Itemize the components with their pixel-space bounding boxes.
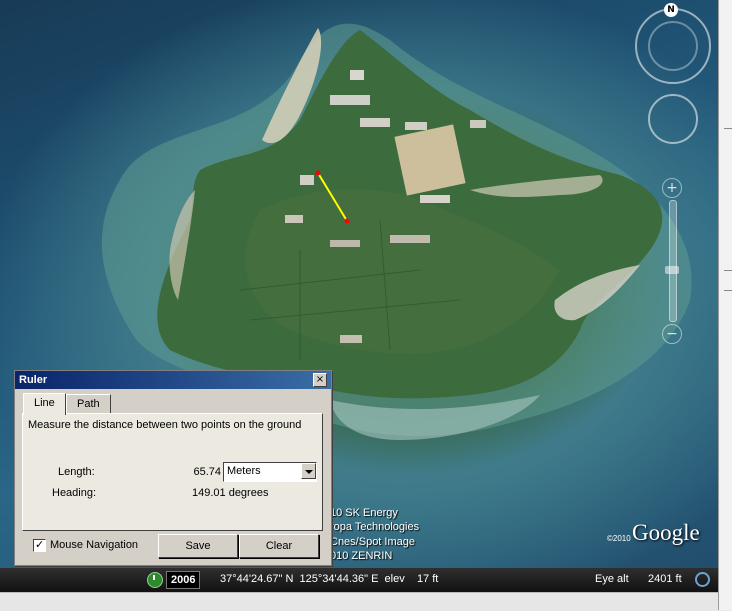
status-bar: 2006 37°44'24.67" N 125°34'44.36" E elev… xyxy=(0,568,718,592)
heading-value: 149.01 degrees xyxy=(192,487,269,499)
eye-alt-label: Eye alt xyxy=(595,573,629,585)
measure-start-point[interactable] xyxy=(315,170,321,176)
streaming-status-icon xyxy=(695,572,710,587)
eye-alt-value: 2401 ft xyxy=(648,573,682,585)
google-logo: Google xyxy=(632,520,700,545)
zoom-slider[interactable] xyxy=(669,200,677,322)
ruler-dialog: Ruler × Line Path Measure the distance b… xyxy=(14,370,332,566)
google-copyright: ©2010 xyxy=(607,534,631,543)
zoom-in-icon[interactable]: + xyxy=(662,178,682,198)
save-button[interactable]: Save xyxy=(158,534,238,558)
chevron-down-icon[interactable] xyxy=(301,463,316,479)
move-joystick-ring[interactable] xyxy=(648,94,698,144)
attribution-line: 010 ZENRIN xyxy=(330,550,393,562)
line-tab-panel: Measure the distance between two points … xyxy=(22,413,323,531)
imagery-date-badge: 2006 xyxy=(166,571,201,589)
length-label: Length: xyxy=(58,466,95,478)
ruler-title-bar[interactable]: Ruler × xyxy=(15,371,331,389)
window-bottom-edge xyxy=(0,592,718,611)
mouse-navigation-label[interactable]: Mouse Navigation xyxy=(50,539,138,551)
north-compass-icon[interactable]: N xyxy=(664,3,678,17)
measure-end-point[interactable] xyxy=(344,218,350,224)
heading-label: Heading: xyxy=(52,487,97,499)
zoom-out-icon[interactable]: − xyxy=(662,324,682,344)
attribution-line: ropa Technologies xyxy=(330,521,420,533)
attribution-line: 10 SK Energy xyxy=(330,507,398,519)
mouse-navigation-checkbox[interactable] xyxy=(33,538,46,552)
units-selected-value: Meters xyxy=(227,465,261,477)
attribution-line: Cnes/Spot Image xyxy=(330,536,415,548)
close-icon[interactable]: × xyxy=(313,373,327,387)
historical-imagery-clock-icon[interactable] xyxy=(147,572,163,588)
ruler-description: Measure the distance between two points … xyxy=(28,419,302,431)
tab-line[interactable]: Line xyxy=(23,393,66,415)
units-dropdown[interactable]: Meters xyxy=(223,462,317,482)
clear-button[interactable]: Clear xyxy=(239,534,319,558)
length-value: 65.74 xyxy=(193,466,221,478)
tab-path[interactable]: Path xyxy=(66,394,111,414)
ruler-title: Ruler xyxy=(19,374,48,386)
look-joystick[interactable] xyxy=(648,21,698,71)
zoom-slider-thumb[interactable] xyxy=(665,266,679,274)
pointer-coordinates: 37°44'24.67" N 125°34'44.36" E elev 17 f… xyxy=(220,573,439,585)
window-right-edge xyxy=(718,0,732,610)
